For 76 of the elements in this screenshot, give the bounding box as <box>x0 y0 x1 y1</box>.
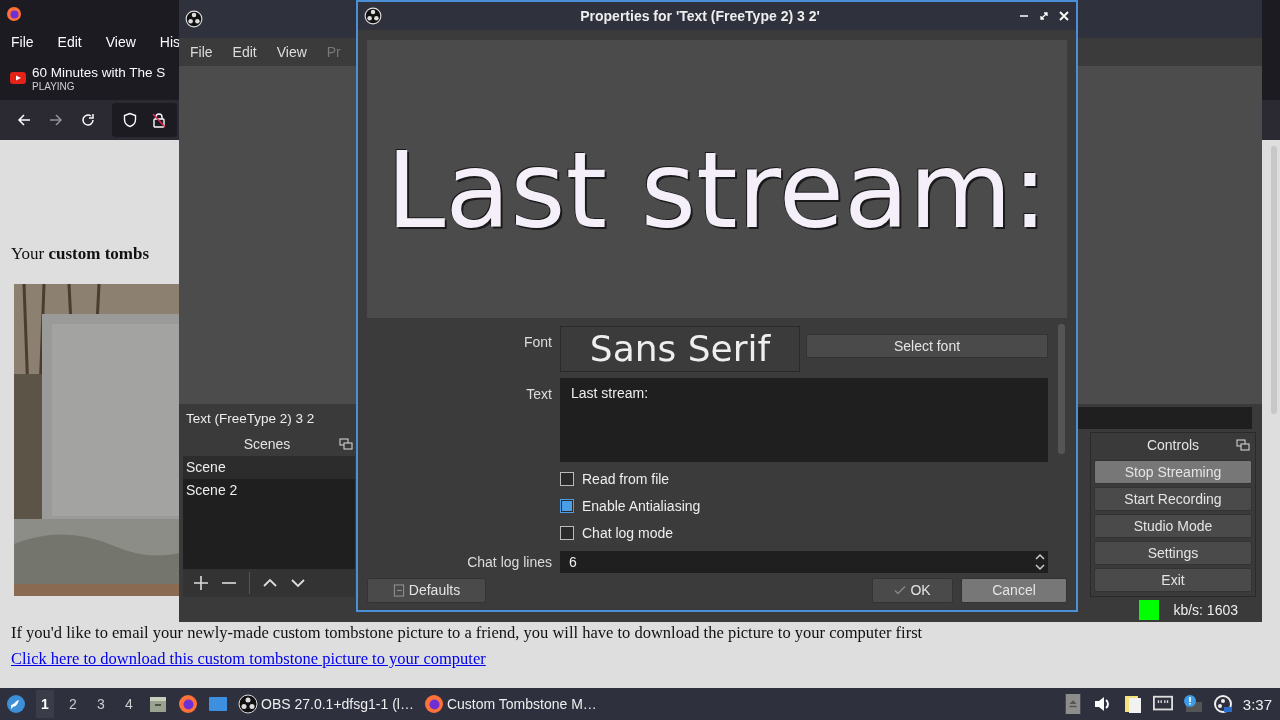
control-button[interactable]: Exit <box>1094 568 1252 592</box>
preview-text: Last stream: <box>386 128 1048 252</box>
notification-icon[interactable] <box>1182 694 1203 714</box>
number-field[interactable]: 6 <box>560 551 1048 573</box>
back-icon[interactable] <box>16 112 32 128</box>
menu-item[interactable]: File <box>11 34 34 50</box>
download-link[interactable]: Click here to download this custom tombstone picture to your computer <box>11 649 1280 668</box>
scrollbar[interactable] <box>1058 324 1065 454</box>
control-button[interactable]: Start Recording <box>1094 487 1252 511</box>
workspace-button[interactable]: 3 <box>92 690 110 718</box>
checkbox-label[interactable]: Enable Antialiasing <box>582 497 701 514</box>
notes-icon[interactable] <box>1122 694 1143 714</box>
text-area[interactable]: Last stream: <box>560 378 1048 462</box>
text-label: Text <box>525 386 552 402</box>
shield-icon[interactable] <box>122 112 138 128</box>
menu-item[interactable]: Edit <box>232 44 257 60</box>
spin-arrows-icon[interactable] <box>1034 552 1046 572</box>
file-cabinet-icon[interactable] <box>148 694 168 714</box>
checkbox[interactable] <box>560 498 574 513</box>
forward-icon[interactable] <box>48 112 64 128</box>
status-indicator <box>1139 599 1160 620</box>
obs-logo-icon <box>364 7 382 25</box>
window-icon[interactable] <box>208 694 228 714</box>
video-icon <box>10 72 26 84</box>
menu-item[interactable]: View <box>276 44 307 60</box>
checkmark-icon <box>894 583 907 597</box>
chat-log-lines-label: Chat log lines <box>466 554 552 570</box>
clock: 3:37 <box>1242 695 1272 713</box>
workspace-button[interactable]: 1 <box>36 690 54 718</box>
menu-item[interactable]: File <box>190 44 213 60</box>
scene-item[interactable]: Scene 2 <box>183 479 355 502</box>
reload-icon[interactable] <box>80 112 96 128</box>
source-name: Text (FreeType 2) 3 2 <box>186 410 316 426</box>
firefox-icon[interactable] <box>178 694 198 714</box>
undock-icon[interactable] <box>1236 439 1250 451</box>
close-icon[interactable] <box>1058 10 1070 22</box>
tab-title[interactable]: 60 Minutes with The S <box>32 64 166 80</box>
dock-title: Scenes <box>243 436 291 452</box>
add-icon[interactable] <box>193 575 209 591</box>
control-button[interactable]: Stop Streaming <box>1094 460 1252 484</box>
defaults-button[interactable]: Defaults <box>367 577 486 603</box>
control-button[interactable]: Settings <box>1094 541 1252 565</box>
checkbox[interactable] <box>560 471 574 486</box>
checkbox[interactable] <box>560 525 574 540</box>
taskbar-task[interactable]: Custom Tombstone M… <box>423 694 597 714</box>
checkbox-label[interactable]: Chat log mode <box>582 524 674 541</box>
font-label: Font <box>523 334 552 350</box>
playing-label: PLAYING <box>32 80 76 92</box>
checkbox-label[interactable]: Read from file <box>582 470 670 487</box>
dock-title: Controls <box>1146 437 1200 453</box>
paragraph: If you'd like to email your newly-made custom tombstone picture to a friend, you will have to download the picture to your computer first <box>11 623 924 642</box>
maximize-icon[interactable] <box>1038 10 1050 22</box>
undock-icon[interactable] <box>339 438 353 450</box>
page-heading: Your custom tombs <box>11 244 151 264</box>
obs-logo-icon <box>185 10 203 28</box>
obs-tray-icon[interactable] <box>1212 694 1233 714</box>
menu-item[interactable]: Edit <box>57 34 82 50</box>
lock-icon[interactable] <box>151 112 167 128</box>
firefox-icon[interactable] <box>6 6 22 22</box>
control-button[interactable]: Studio Mode <box>1094 514 1252 538</box>
scene-item[interactable]: Scene <box>183 456 355 479</box>
font-preview: Sans Serif <box>560 326 800 372</box>
taskbar-task[interactable]: OBS 27.0.1+dfsg1-1 (l… <box>238 694 414 714</box>
cancel-button[interactable]: Cancel <box>961 577 1067 603</box>
bitrate-label: kb/s: 1603 <box>1173 601 1238 618</box>
workspace-button[interactable]: 2 <box>64 690 82 718</box>
obs-logo-icon <box>238 694 258 714</box>
firefox-icon <box>423 694 444 714</box>
select-font-button[interactable]: Select font <box>806 334 1048 358</box>
bird-icon[interactable] <box>6 694 26 714</box>
menu-item[interactable]: His <box>159 34 180 50</box>
ok-button[interactable]: OK <box>872 577 953 603</box>
dialog-title: Properties for 'Text (FreeType 2) 3 2' <box>579 8 821 24</box>
menu-item[interactable]: View <box>105 34 136 50</box>
workspace-button[interactable]: 4 <box>120 690 138 718</box>
document-icon <box>392 583 405 597</box>
